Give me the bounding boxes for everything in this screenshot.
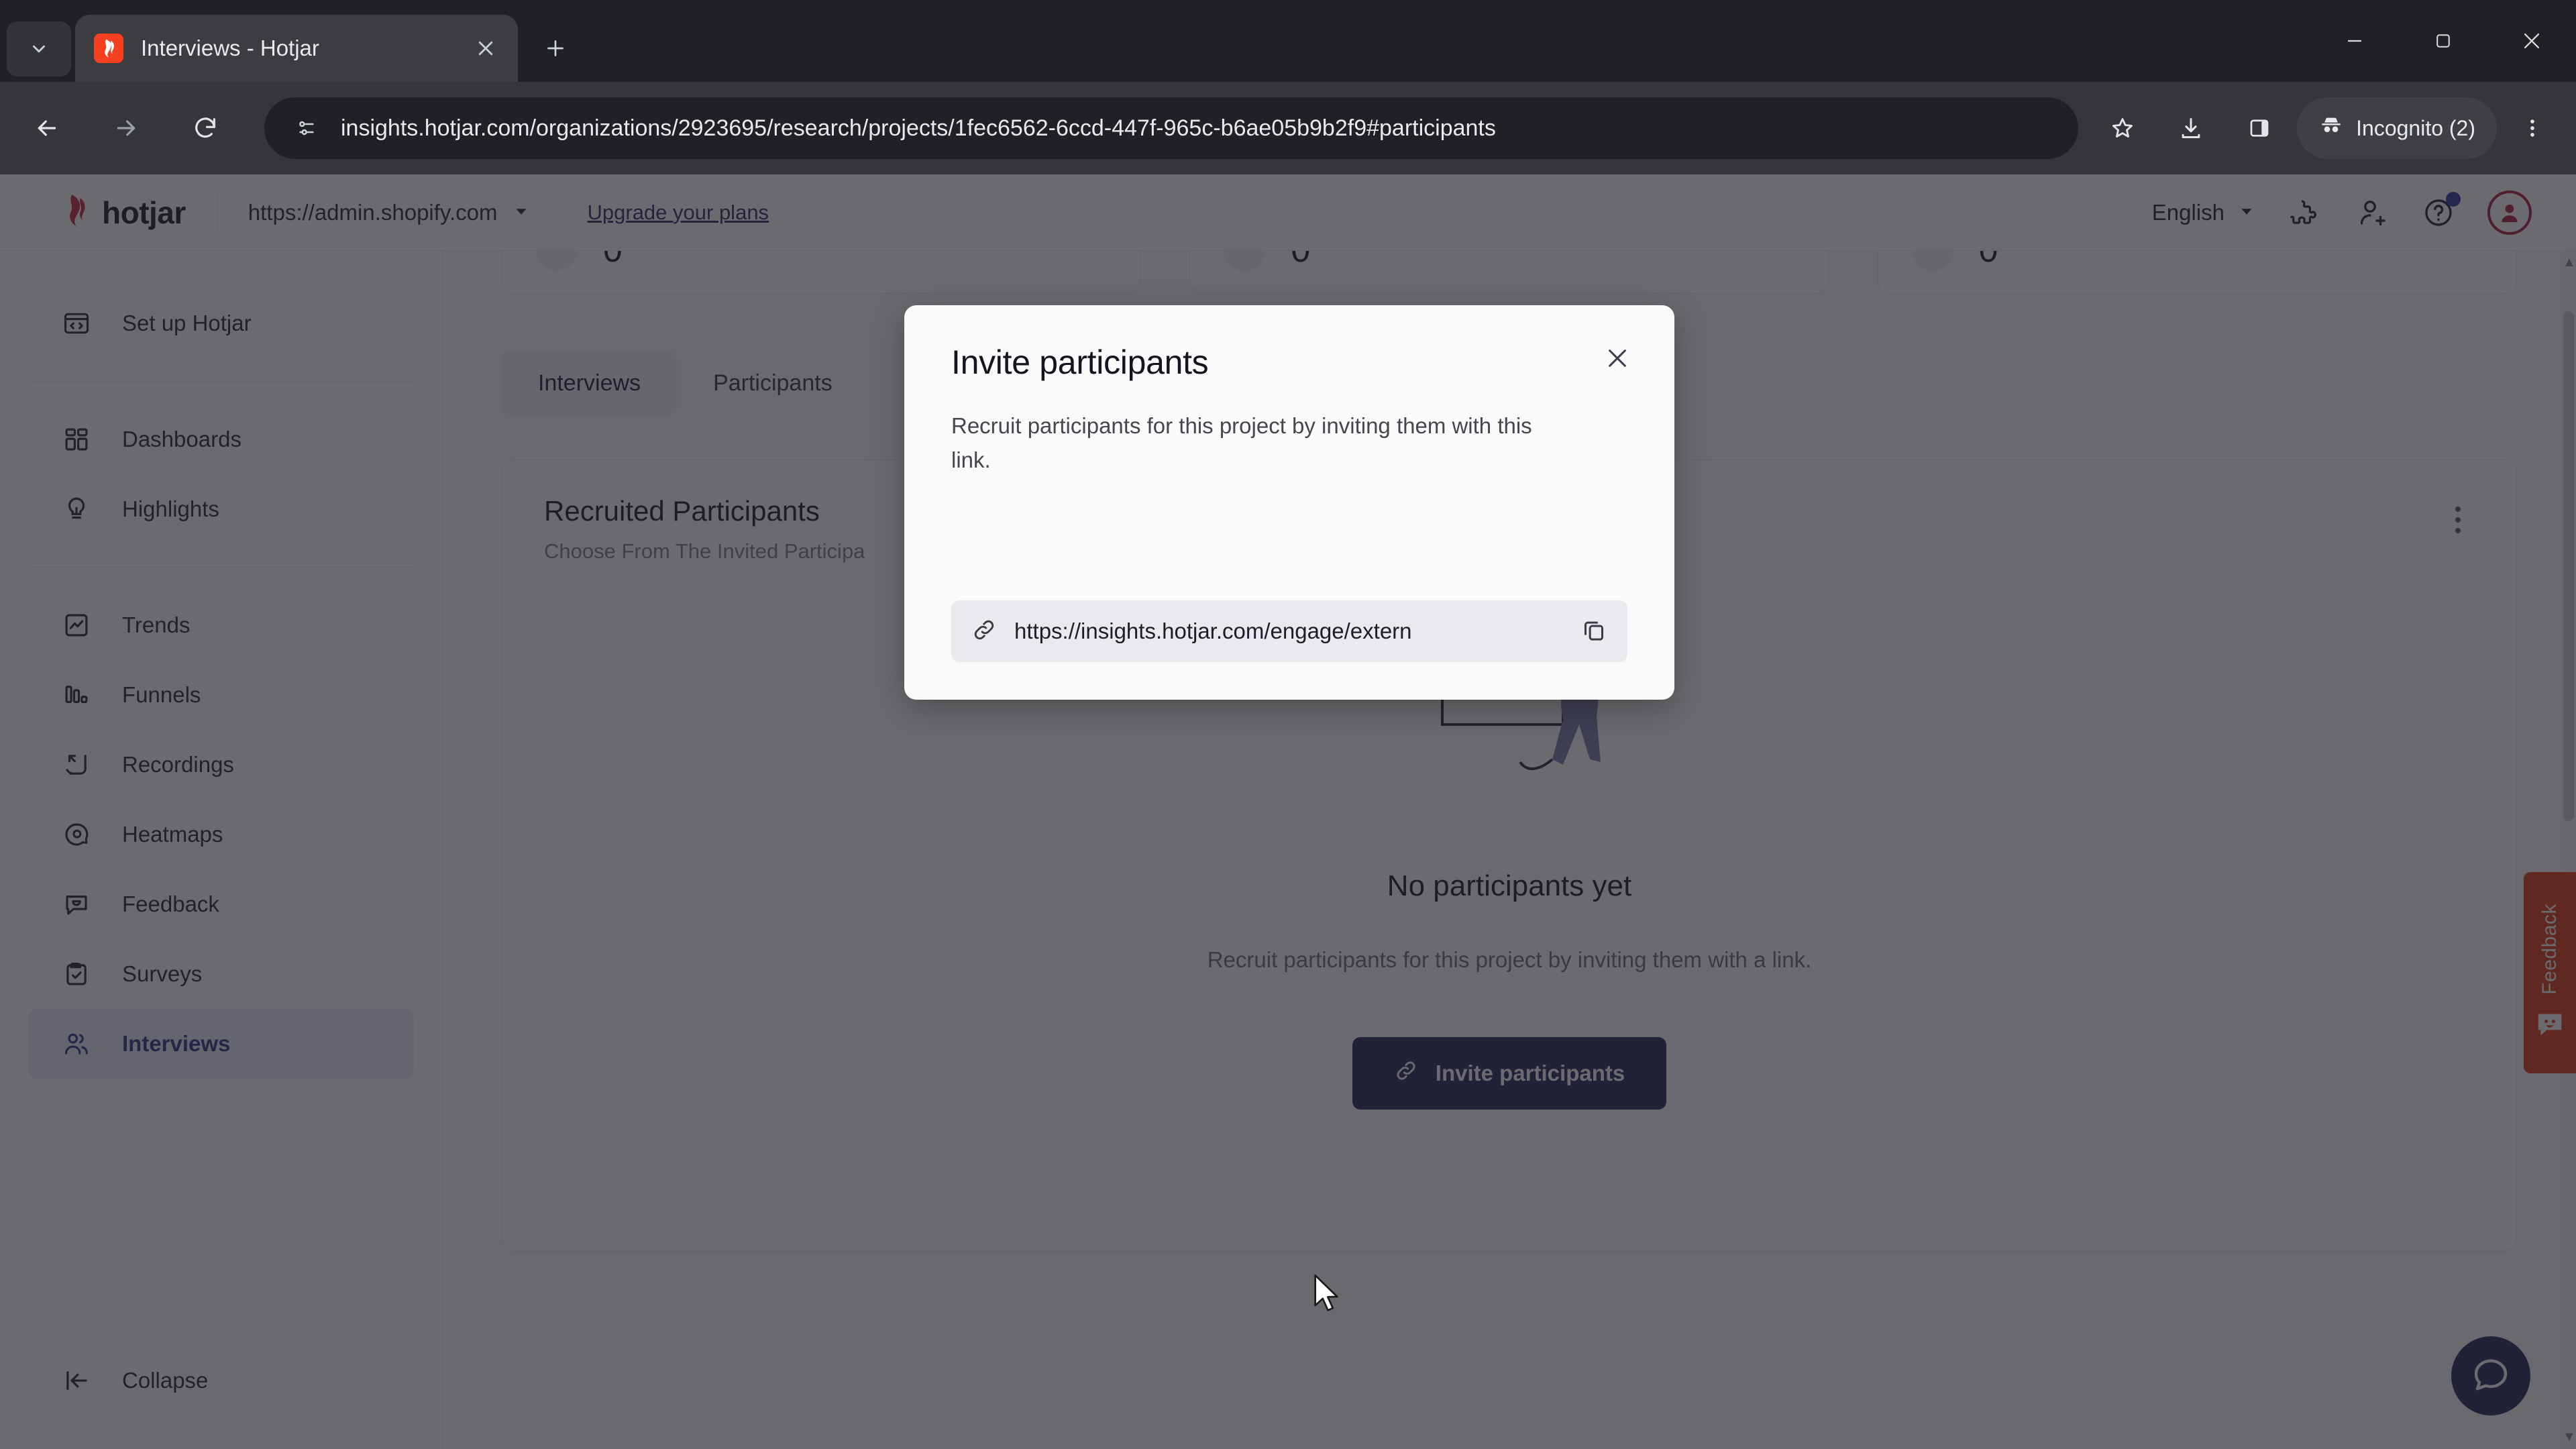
copy-icon[interactable] <box>1580 616 1607 647</box>
window-controls <box>2310 0 2576 82</box>
modal-description: Recruit participants for this project by… <box>951 413 1532 473</box>
side-panel-icon[interactable] <box>2229 97 2290 159</box>
mouse-cursor <box>1313 1274 1343 1317</box>
invite-participants-modal: Invite participants Recruit participants… <box>904 305 1674 700</box>
reload-icon[interactable] <box>173 96 237 160</box>
browser-tab[interactable]: Interviews - Hotjar <box>75 15 518 82</box>
incognito-icon <box>2318 113 2344 144</box>
link-icon <box>971 617 997 646</box>
close-window-icon[interactable] <box>2487 0 2576 82</box>
back-arrow-icon[interactable] <box>15 96 79 160</box>
bookmark-star-icon[interactable] <box>2092 97 2153 159</box>
tab-search-button[interactable] <box>7 21 71 76</box>
browser-toolbar: insights.hotjar.com/organizations/292369… <box>0 82 2576 174</box>
invite-link-value: https://insights.hotjar.com/engage/exter… <box>1014 619 1412 643</box>
forward-arrow-icon[interactable] <box>94 96 158 160</box>
three-dot-menu-icon[interactable] <box>2504 97 2561 159</box>
close-icon[interactable] <box>1597 337 1638 379</box>
address-bar-url: insights.hotjar.com/organizations/292369… <box>341 115 1496 141</box>
minimize-icon[interactable] <box>2310 0 2399 82</box>
page-viewport: hotjar https://admin.shopify.com Upgrade… <box>0 174 2576 1449</box>
hotjar-favicon <box>94 34 123 63</box>
browser-window: Interviews - Hotjar insights.hotjar.com/… <box>0 0 2576 1449</box>
invite-link-field[interactable]: https://insights.hotjar.com/engage/exter… <box>951 600 1627 662</box>
download-icon[interactable] <box>2160 97 2222 159</box>
modal-title: Invite participants <box>951 343 1209 381</box>
browser-tab-title: Interviews - Hotjar <box>141 36 319 60</box>
incognito-indicator[interactable]: Incognito (2) <box>2297 97 2497 159</box>
address-bar[interactable]: insights.hotjar.com/organizations/292369… <box>264 97 2079 159</box>
maximize-icon[interactable] <box>2399 0 2487 82</box>
site-settings-icon[interactable] <box>287 109 326 148</box>
browser-tab-strip: Interviews - Hotjar <box>0 0 2576 82</box>
close-icon[interactable] <box>468 31 503 66</box>
incognito-label: Incognito (2) <box>2356 115 2475 140</box>
new-tab-button[interactable] <box>533 25 578 71</box>
